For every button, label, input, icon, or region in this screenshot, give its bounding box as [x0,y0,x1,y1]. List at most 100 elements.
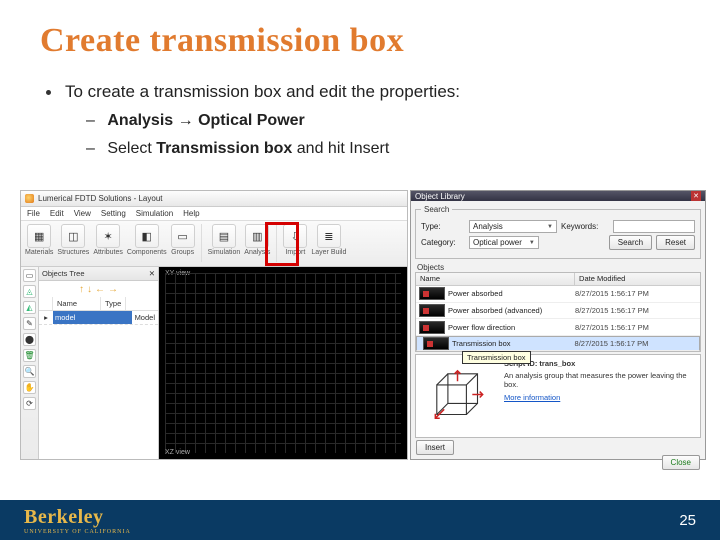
script-id: Script ID: trans_box [504,359,696,368]
bullet-2b: – Select Transmission box and hit Insert [40,140,680,158]
tool-rotate-icon[interactable]: ⟳ [23,397,36,410]
slide-footer: Berkeley UNIVERSITY OF CALIFORNIA 25 [0,500,720,540]
list-row-power-absorbed-adv[interactable]: Power absorbed (advanced)8/27/2015 1:56:… [416,303,700,320]
b2b-bold: Transmission box [156,140,292,157]
tool-mountain-icon[interactable]: ◬ [23,285,36,298]
tb-layer[interactable]: ≣Layer Build [311,224,346,256]
app-title-text: Lumerical FDTD Solutions - Layout [38,194,163,203]
menu-simulation[interactable]: Simulation [136,209,173,218]
preview-desc: An analysis group that measures the powe… [504,371,696,389]
arrow-left-icon[interactable]: ← [95,284,105,295]
tool-mountain2-icon[interactable]: ◭ [23,301,36,314]
objects-legend: Objects [415,263,701,272]
close-icon[interactable]: ✕ [691,191,701,201]
layer-icon: ≣ [317,224,341,248]
tb-simulation[interactable]: ▤Simulation [208,224,241,256]
tool-hand-icon[interactable]: ✋ [23,381,36,394]
arrow-down-icon[interactable]: ↓ [87,284,92,295]
tree-header-row: Name Type [39,297,158,311]
thumb-icon [419,321,445,334]
tree-arrows: ↑ ↓ ← → [39,281,158,297]
list-row-power-absorbed[interactable]: Power absorbed8/27/2015 1:56:17 PM [416,286,700,303]
arrow-icon: → [178,112,194,129]
bullet-dot [46,90,51,95]
app-toolbar: ▦Materials ◫Structures ✶Attributes ◧Comp… [21,221,407,267]
simulation-icon: ▤ [212,224,236,248]
cube-preview-icon [420,359,498,433]
tb-components[interactable]: ◧Components [127,224,167,256]
objects-list: Name Date Modified Power absorbed8/27/20… [415,272,701,352]
chevron-down-icon: ▼ [547,224,553,230]
lib-title-text: Object Library [415,192,465,201]
reset-button[interactable]: Reset [656,235,695,250]
b2b-suffix: and hit Insert [292,140,389,157]
groups-icon: ▭ [171,224,195,248]
tb-materials[interactable]: ▦Materials [25,224,53,256]
fdtd-app-window: Lumerical FDTD Solutions - Layout File E… [20,190,408,460]
side-toolbar: ▭ ◬ ◭ ✎ ⬤ 🗑 🔍 ✋ ⟳ [21,267,39,459]
tb-groups[interactable]: ▭Groups [171,224,195,256]
menu-edit[interactable]: Edit [50,209,64,218]
menu-file[interactable]: File [27,209,40,218]
search-button[interactable]: Search [609,235,652,250]
b2a-analysis: Analysis [107,112,173,129]
list-row-power-flow[interactable]: Power flow direction8/27/2015 1:56:17 PM [416,319,700,336]
arrow-right-icon[interactable]: → [108,284,118,295]
object-library-window: Object Library ✕ Search Type: Analysis▼ … [410,190,706,460]
bullet-list: To create a transmission box and edit th… [40,82,680,158]
objects-tree-panel: Objects Tree✕ ↑ ↓ ← → Name Type ▸ mo [39,267,159,459]
slide-title: Create transmission box [40,22,680,60]
list-row-transmission-box[interactable]: Transmission box8/27/2015 1:56:17 PM [416,336,700,351]
menu-setting[interactable]: Setting [101,209,126,218]
bullet-2a: – Analysis → Optical Power [40,112,680,130]
thumb-icon [419,287,445,300]
viewport[interactable]: XY view XZ view [159,267,407,459]
toolbar-separator [201,224,202,262]
tb-attributes[interactable]: ✶Attributes [93,224,123,256]
tb-structures[interactable]: ◫Structures [57,224,89,256]
col-type[interactable]: Type [101,297,126,310]
list-header: Name Date Modified [416,273,700,286]
b2b-prefix: Select [107,140,156,157]
type-label: Type: [421,222,465,231]
view-label-bottom: XZ view [165,449,190,456]
app-titlebar: Lumerical FDTD Solutions - Layout [21,191,407,207]
category-select[interactable]: Optical power▼ [469,236,539,249]
more-info-link[interactable]: More information [504,393,560,402]
list-col-date[interactable]: Date Modified [575,273,700,285]
category-label: Category: [421,238,465,247]
row-name: model [53,311,132,324]
dash-icon: – [86,112,95,129]
search-group: Search Type: Analysis▼ Keywords: Categor… [415,205,701,259]
tool-delete-icon[interactable]: 🗑 [23,349,36,362]
structures-icon: ◫ [61,224,85,248]
tree-close-icon[interactable]: ✕ [149,269,155,278]
insert-button[interactable]: Insert [416,440,454,455]
lib-titlebar: Object Library ✕ [411,191,705,201]
tree-row-model[interactable]: ▸ model Model [39,311,158,325]
list-col-name[interactable]: Name [416,273,575,285]
tool-select-icon[interactable]: ▭ [23,269,36,282]
arrow-up-icon[interactable]: ↑ [79,284,84,295]
tool-point-icon[interactable]: ⬤ [23,333,36,346]
tool-edit-icon[interactable]: ✎ [23,317,36,330]
preview-panel: Script ID: trans_box An analysis group t… [415,354,701,438]
page-number: 25 [679,512,696,529]
bullet-1: To create a transmission box and edit th… [40,82,680,102]
attributes-icon: ✶ [96,224,120,248]
tool-zoom-icon[interactable]: 🔍 [23,365,36,378]
viewport-grid [165,273,401,453]
berkeley-logo: Berkeley UNIVERSITY OF CALIFORNIA [24,506,131,535]
keywords-label: Keywords: [561,222,609,231]
highlight-box [265,222,299,266]
keywords-input[interactable] [613,220,695,233]
materials-icon: ▦ [27,224,51,248]
menu-help[interactable]: Help [183,209,199,218]
type-select[interactable]: Analysis▼ [469,220,557,233]
close-button[interactable]: Close [662,455,700,470]
chevron-down-icon: ▼ [529,240,535,246]
app-menubar: File Edit View Setting Simulation Help [21,207,407,221]
col-name[interactable]: Name [53,297,101,310]
thumb-icon [423,337,449,350]
menu-view[interactable]: View [74,209,91,218]
